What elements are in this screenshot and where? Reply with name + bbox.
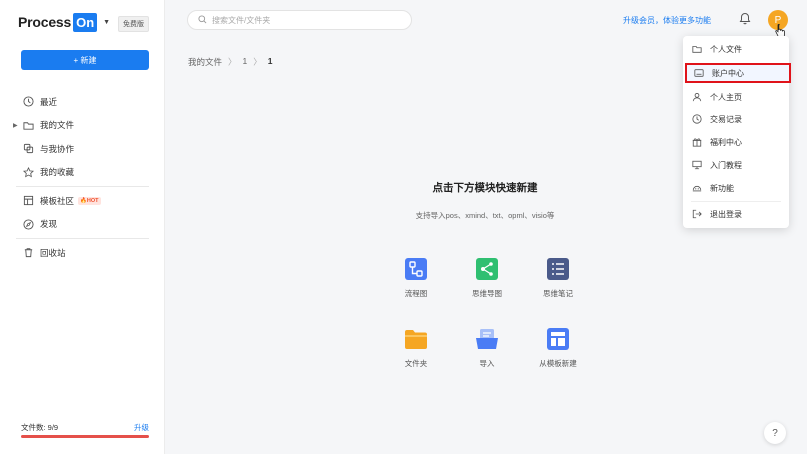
user-icon	[691, 92, 702, 103]
sidebar-item-label: 我的文件	[40, 120, 75, 131]
hot-badge: 🔥HOT	[78, 196, 101, 205]
tile-label: 思维导图	[472, 289, 502, 298]
menu-item-label: 入门教程	[710, 160, 742, 170]
template-icon	[22, 195, 34, 207]
notes-icon	[547, 258, 569, 280]
sidebar-item-label: 回收站	[40, 247, 66, 258]
tile-import[interactable]: 导入	[452, 327, 522, 369]
mindmap-icon	[476, 258, 498, 280]
divider	[691, 201, 781, 202]
menu-item-label: 退出登录	[710, 209, 742, 219]
folder-icon	[405, 330, 427, 349]
compass-icon	[22, 218, 34, 230]
template-icon	[547, 328, 569, 350]
menu-item-logout[interactable]: 退出登录	[683, 204, 789, 224]
divider	[16, 186, 149, 187]
folder-icon	[691, 44, 702, 55]
collab-icon	[22, 143, 34, 155]
menu-item-label: 交易记录	[710, 114, 742, 124]
account-dropdown-menu: 个人文件 账户中心 个人主页 交易记录 福利中心 入门教程 新功能 退出登录	[683, 36, 791, 228]
logout-icon	[691, 209, 702, 220]
gift-icon	[691, 137, 702, 148]
tile-label: 导入	[479, 359, 495, 368]
file-count-label: 文件数: 9/9	[21, 423, 59, 432]
trash-icon	[22, 247, 34, 259]
menu-item-label: 账户中心	[712, 68, 744, 78]
sidebar-item-templates[interactable]: 模板社区 🔥HOT	[0, 189, 165, 213]
new-feature-icon	[691, 183, 702, 194]
breadcrumb-root[interactable]: 我的文件	[188, 56, 222, 68]
sidebar-item-my-files[interactable]: ▶ 我的文件	[0, 114, 165, 138]
menu-item-label: 福利中心	[710, 137, 742, 147]
plan-badge[interactable]: 免费版	[118, 16, 149, 32]
bell-icon[interactable]	[739, 12, 753, 26]
tile-label: 流程图	[404, 289, 428, 298]
page-subtitle: 支持导入pos、xmind、txt、opml、visio等	[415, 211, 555, 220]
tutorial-icon	[691, 160, 702, 171]
chevron-right-icon[interactable]: ▶	[13, 122, 18, 129]
logo-on-mark: On	[73, 12, 98, 32]
search-icon	[198, 14, 207, 26]
menu-item-tutorial[interactable]: 入门教程	[683, 155, 789, 175]
divider	[16, 238, 149, 239]
chevron-down-icon[interactable]: ▼	[103, 19, 110, 26]
folder-icon	[22, 119, 34, 131]
search-box[interactable]	[187, 10, 412, 30]
tile-label: 从模板新建	[539, 359, 577, 368]
tile-label: 思维笔记	[543, 289, 573, 298]
tile-from-template[interactable]: 从模板新建	[523, 327, 593, 369]
breadcrumb: 我的文件 〉 1 〉 1	[188, 56, 273, 68]
account-icon	[693, 68, 704, 79]
search-input[interactable]	[212, 15, 392, 25]
clock-icon	[691, 114, 702, 125]
tile-folder[interactable]: 文件夹	[381, 327, 451, 369]
menu-item-label: 新功能	[710, 183, 734, 193]
file-quota-bar	[21, 435, 149, 438]
logo-text: Process	[18, 14, 72, 30]
menu-item-label: 个人文件	[710, 44, 742, 54]
upgrade-member-link[interactable]: 升级会员，体验更多功能	[623, 15, 711, 26]
menu-item-account-center[interactable]: 账户中心	[685, 63, 791, 83]
star-icon	[22, 166, 34, 178]
sidebar: Process On ▼ 免费版 + 新建 最近 ▶ 我的文件 与我协作 我的收…	[0, 0, 165, 454]
sidebar-item-collab[interactable]: 与我协作	[0, 137, 165, 161]
sidebar-item-recent[interactable]: 最近	[0, 90, 165, 114]
sidebar-item-label: 模板社区	[40, 195, 75, 206]
sidebar-item-trash[interactable]: 回收站	[0, 241, 165, 265]
sidebar-item-favorites[interactable]: 我的收藏	[0, 161, 165, 185]
menu-item-homepage[interactable]: 个人主页	[683, 87, 789, 107]
menu-item-transactions[interactable]: 交易记录	[683, 109, 789, 129]
menu-item-benefits[interactable]: 福利中心	[683, 132, 789, 152]
page-title: 点击下方模块快速新建	[432, 182, 538, 194]
chevron-right-icon: 〉	[253, 57, 262, 67]
breadcrumb-level[interactable]: 1	[243, 56, 248, 68]
tile-label: 文件夹	[404, 359, 428, 368]
sidebar-item-label: 我的收藏	[40, 167, 75, 178]
tile-notes[interactable]: 思维笔记	[523, 257, 593, 299]
new-button[interactable]: + 新建	[21, 50, 149, 70]
import-icon	[476, 329, 498, 349]
menu-item-label: 个人主页	[710, 92, 742, 102]
sidebar-item-label: 与我协作	[40, 143, 75, 154]
menu-item-personal-files[interactable]: 个人文件	[683, 39, 789, 59]
breadcrumb-current: 1	[267, 56, 273, 66]
upgrade-link[interactable]: 升级	[134, 422, 149, 433]
tile-mindmap[interactable]: 思维导图	[452, 257, 522, 299]
clock-icon	[22, 96, 34, 108]
help-button[interactable]: ?	[764, 422, 786, 444]
file-quota: 文件数: 9/9 升级	[21, 422, 149, 433]
sidebar-item-label: 最近	[40, 96, 58, 107]
sidebar-item-label: 发现	[40, 219, 58, 230]
chevron-right-icon: 〉	[228, 57, 237, 67]
sidebar-item-discover[interactable]: 发现	[0, 213, 165, 237]
logo[interactable]: Process On ▼	[18, 11, 110, 33]
tile-flowchart[interactable]: 流程图	[381, 257, 451, 299]
flowchart-icon	[405, 258, 427, 280]
menu-item-new-features[interactable]: 新功能	[683, 178, 789, 198]
sidebar-nav: 最近 ▶ 我的文件 与我协作 我的收藏 模板社区 🔥HOT 发现 回收站	[0, 90, 165, 265]
